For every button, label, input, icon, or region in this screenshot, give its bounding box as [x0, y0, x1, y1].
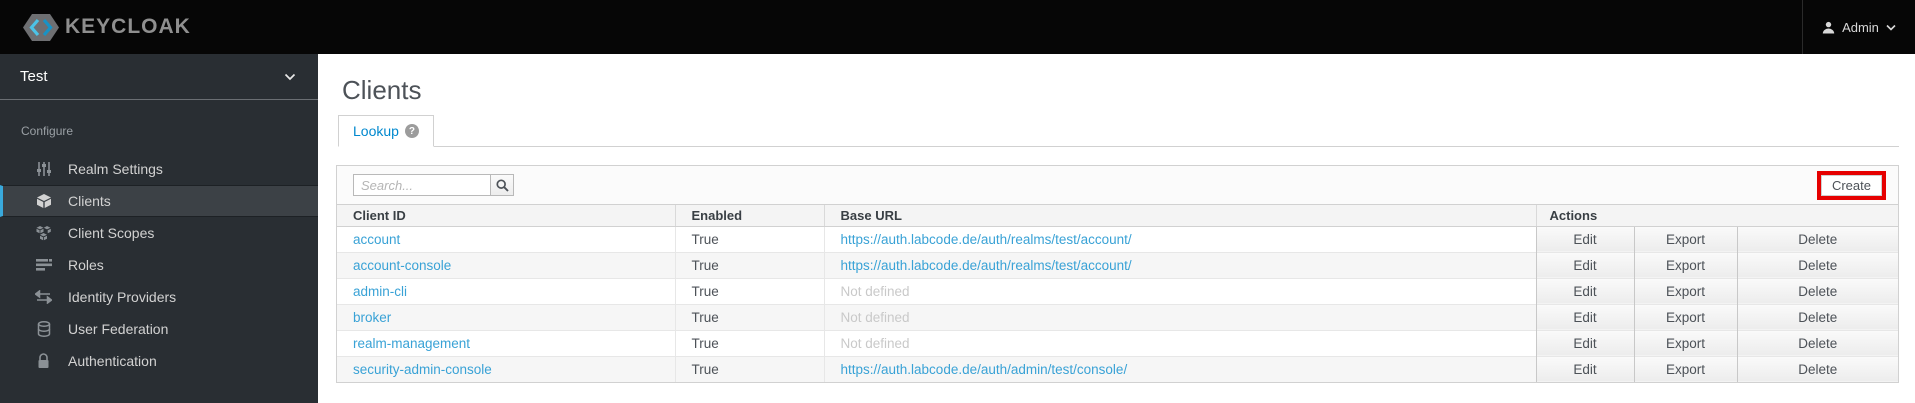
user-name: Admin — [1842, 19, 1879, 35]
base-url-undefined: Not defined — [840, 335, 910, 351]
table-toolbar: Create — [337, 166, 1898, 205]
column-header-client-id: Client ID — [337, 205, 675, 227]
sidebar: Test Configure Realm Settings Clients Cl… — [0, 54, 318, 403]
delete-button[interactable]: Delete — [1736, 277, 1898, 304]
realm-selector[interactable]: Test — [0, 54, 318, 100]
edit-button[interactable]: Edit — [1535, 355, 1634, 382]
realm-name: Test — [20, 68, 48, 85]
chevron-down-icon — [284, 73, 296, 80]
enabled-cell: True — [674, 251, 824, 278]
tab-lookup[interactable]: Lookup ? — [338, 115, 434, 147]
delete-button[interactable]: Delete — [1736, 303, 1898, 330]
table-row: admin-cli True Not defined Edit Export D… — [337, 277, 1898, 304]
exchange-icon — [35, 289, 52, 306]
main-content: Clients Lookup ? Create — [318, 54, 1915, 403]
client-id-link[interactable]: broker — [353, 310, 391, 325]
table-header-row: Client ID Enabled Base URL Actions — [337, 205, 1898, 227]
enabled-cell: True — [674, 277, 824, 304]
clients-table: Client ID Enabled Base URL Actions accou… — [337, 205, 1898, 382]
base-url-undefined: Not defined — [840, 283, 910, 299]
sidebar-item-roles[interactable]: Roles — [0, 249, 318, 281]
table-row: account True https://auth.labcode.de/aut… — [337, 226, 1898, 252]
sidebar-item-label: Realm Settings — [68, 161, 163, 177]
edit-button[interactable]: Edit — [1535, 303, 1634, 330]
tab-label: Lookup — [353, 123, 399, 139]
sidebar-item-label: Clients — [68, 193, 111, 209]
tab-bar: Lookup ? — [338, 115, 1899, 147]
column-header-actions: Actions — [1535, 205, 1898, 227]
sidebar-item-label: Roles — [68, 257, 104, 273]
sidebar-item-clients[interactable]: Clients — [0, 185, 318, 217]
sidebar-item-identity-providers[interactable]: Identity Providers — [0, 281, 318, 313]
client-id-link[interactable]: realm-management — [353, 336, 470, 351]
cube-icon — [35, 193, 52, 210]
base-url-link[interactable]: https://auth.labcode.de/auth/admin/test/… — [841, 362, 1128, 377]
keycloak-logo: KEYCLOAK — [0, 13, 191, 41]
search-button[interactable] — [490, 174, 514, 196]
question-circle-icon[interactable]: ? — [404, 124, 419, 138]
sidebar-item-realm-settings[interactable]: Realm Settings — [0, 153, 318, 185]
enabled-cell: True — [674, 355, 824, 382]
column-header-base-url: Base URL — [823, 205, 1536, 227]
delete-button[interactable]: Delete — [1736, 226, 1898, 252]
user-menu[interactable]: Admin — [1802, 0, 1915, 54]
table-row: broker True Not defined Edit Export Dele… — [337, 303, 1898, 330]
delete-button[interactable]: Delete — [1736, 329, 1898, 356]
edit-button[interactable]: Edit — [1535, 329, 1634, 356]
client-id-link[interactable]: admin-cli — [353, 284, 407, 299]
table-row: realm-management True Not defined Edit E… — [337, 329, 1898, 356]
export-button[interactable]: Export — [1633, 303, 1737, 330]
database-icon — [35, 321, 52, 338]
sidebar-item-label: User Federation — [68, 321, 169, 337]
list-icon — [35, 257, 52, 274]
clients-table-panel: Create Client ID Enabled Base URL Action… — [336, 165, 1899, 383]
search-input[interactable] — [353, 174, 491, 196]
base-url-link[interactable]: https://auth.labcode.de/auth/realms/test… — [841, 258, 1132, 273]
base-url-undefined: Not defined — [840, 309, 910, 325]
export-button[interactable]: Export — [1633, 329, 1737, 356]
sidebar-item-client-scopes[interactable]: Client Scopes — [0, 217, 318, 249]
table-row: account-console True https://auth.labcod… — [337, 251, 1898, 278]
delete-button[interactable]: Delete — [1736, 355, 1898, 382]
cubes-icon — [35, 225, 52, 242]
keycloak-hexagon-icon — [23, 13, 59, 41]
client-id-link[interactable]: security-admin-console — [353, 362, 492, 377]
logo-text: KEYCLOAK — [65, 15, 191, 38]
masthead: KEYCLOAK Admin — [0, 0, 1915, 54]
export-button[interactable]: Export — [1633, 355, 1737, 382]
sidebar-nav: Configure Realm Settings Clients Client … — [0, 100, 318, 377]
search-group — [353, 174, 514, 196]
export-button[interactable]: Export — [1633, 251, 1737, 278]
enabled-cell: True — [674, 226, 824, 252]
sidebar-item-user-federation[interactable]: User Federation — [0, 313, 318, 345]
sidebar-item-authentication[interactable]: Authentication — [0, 345, 318, 377]
export-button[interactable]: Export — [1633, 226, 1737, 252]
edit-button[interactable]: Edit — [1535, 251, 1634, 278]
create-button[interactable]: Create — [1820, 174, 1882, 196]
sidebar-item-label: Identity Providers — [68, 289, 177, 305]
sidebar-item-label: Client Scopes — [68, 225, 155, 241]
enabled-cell: True — [674, 329, 824, 356]
table-row: security-admin-console True https://auth… — [337, 355, 1898, 382]
magnifier-icon — [495, 178, 509, 192]
edit-button[interactable]: Edit — [1535, 277, 1634, 304]
column-header-enabled: Enabled — [674, 205, 824, 227]
page-title: Clients — [342, 75, 422, 105]
sliders-icon — [35, 161, 52, 178]
chevron-down-icon — [1886, 24, 1896, 31]
edit-button[interactable]: Edit — [1535, 226, 1634, 252]
delete-button[interactable]: Delete — [1736, 251, 1898, 278]
client-id-link[interactable]: account-console — [353, 258, 451, 273]
nav-section-label: Configure — [21, 124, 74, 138]
base-url-link[interactable]: https://auth.labcode.de/auth/realms/test… — [841, 232, 1132, 247]
export-button[interactable]: Export — [1633, 277, 1737, 304]
create-button-highlight: Create — [1816, 170, 1886, 200]
sidebar-item-label: Authentication — [68, 353, 157, 369]
lock-icon — [35, 353, 52, 370]
person-icon — [1822, 21, 1835, 33]
enabled-cell: True — [674, 303, 824, 330]
client-id-link[interactable]: account — [353, 232, 400, 247]
